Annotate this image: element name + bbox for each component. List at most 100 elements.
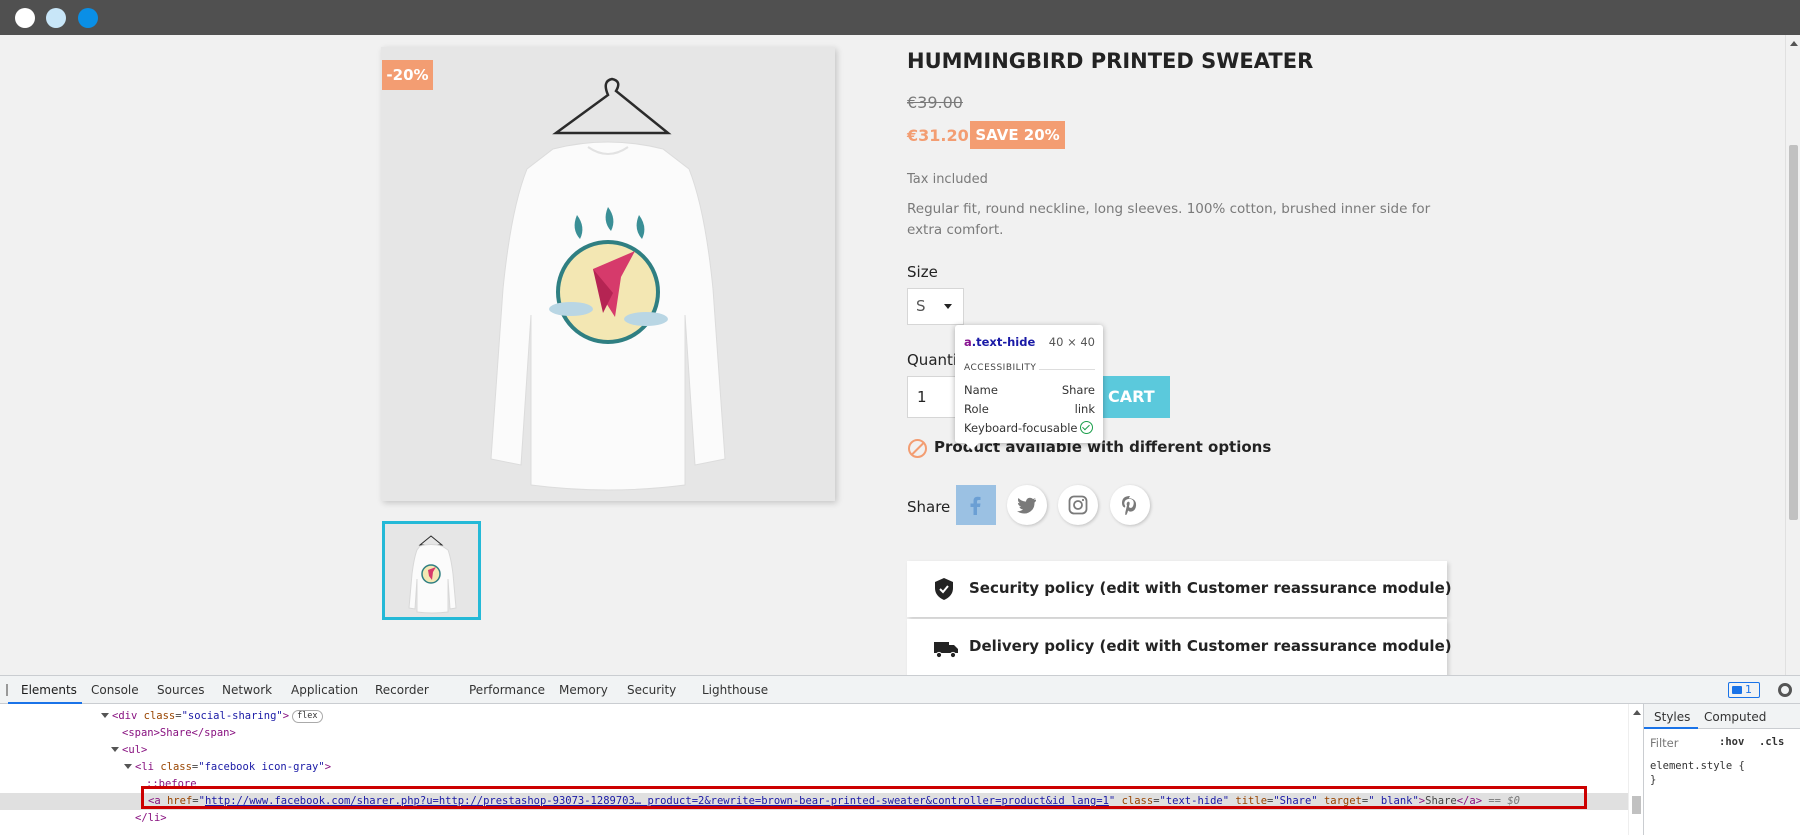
element-style-rule-open[interactable]: element.style { [1650,760,1745,772]
window-close-button[interactable] [15,8,35,28]
tab-recorder[interactable]: Recorder [375,683,429,697]
styles-filter-input[interactable]: Filter [1650,736,1678,750]
styles-tab-bar: Styles Computed [1644,704,1800,729]
save-badge: SAVE 20% [970,121,1065,149]
size-select[interactable]: S [907,288,964,325]
tooltip-selector: a.text-hide [964,335,1035,349]
facebook-share-button[interactable] [956,485,996,525]
product-thumbnail[interactable] [382,521,481,620]
check-circle-icon [1079,421,1093,434]
sweater-illustration [490,77,726,491]
size-select-value: S [916,297,926,315]
dom-line-li-close[interactable]: </li> [0,810,167,827]
tab-computed[interactable]: Computed [1704,710,1766,724]
scroll-up-arrow-icon[interactable] [1633,710,1641,715]
tooltip-divider [1039,369,1095,370]
inspect-tooltip: a.text-hide 40 × 40 ACCESSIBILITY Name S… [955,325,1103,450]
dom-attr-value: social-sharing [187,710,277,722]
dom-line-ul[interactable]: <ul> [0,742,147,759]
gear-icon[interactable] [1778,683,1792,697]
dom-attr: class [160,761,192,773]
tab-application[interactable]: Application [291,683,358,697]
tooltip-row-role: Role link [964,402,1095,416]
devtools-tab-bar: Elements Console Sources Network Applica… [0,676,1800,704]
dom-attr: class [143,710,176,722]
pinterest-icon [1122,496,1137,515]
size-label: Size [907,263,938,281]
tooltip-row-name: Name Share [964,383,1095,397]
tab-elements[interactable]: Elements [21,683,77,697]
dom-line-text: <span>Share</span> [122,727,236,739]
tab-styles[interactable]: Styles [1654,710,1690,724]
regular-price: €39.00 [907,93,963,112]
dom-line-div[interactable]: <div class="social-sharing"> flex [0,708,323,725]
dom-scrollbar-thumb[interactable] [1632,796,1641,814]
window-maximize-button[interactable] [78,8,98,28]
dom-line-text: <ul> [122,744,148,756]
tooltip-row-label: Name [964,383,998,397]
product-description: Regular fit, round neckline, long sleeve… [907,201,1431,238]
dom-attr-value: facebook icon-gray [204,761,319,773]
window-minimize-button[interactable] [46,8,66,28]
chevron-down-icon [944,304,952,309]
tab-lighthouse[interactable]: Lighthouse [702,683,768,697]
scroll-up-arrow-icon[interactable] [1790,41,1798,46]
tab-security[interactable]: Security [627,683,676,697]
tab-sources[interactable]: Sources [157,683,204,697]
page-viewport: -20% HUMMINGBIRD PRINTED SWEATER €39.00 … [0,35,1800,675]
instagram-share-button[interactable] [1058,485,1098,525]
hov-toggle[interactable]: :hov [1719,736,1744,748]
cls-toggle[interactable]: .cls [1759,736,1784,748]
dom-scrollbar[interactable] [1628,704,1643,835]
product-main-image[interactable] [381,47,835,501]
page-scrollbar-thumb[interactable] [1789,145,1798,520]
collapse-arrow-icon[interactable] [124,764,132,769]
window-titlebar [0,0,1800,35]
tax-note: Tax included [907,172,988,187]
thumbnail-image [408,535,457,614]
inspect-icon[interactable] [6,684,8,696]
element-style-rule-close: } [1650,774,1657,786]
tooltip-arrow [965,443,979,450]
tooltip-row-label: Role [964,402,989,416]
tooltip-row-value: link [1074,402,1095,416]
dom-tag: li [141,761,154,773]
reassurance-security-text: Security policy (edit with Customer reas… [969,579,1452,597]
dom-line-li[interactable]: <li class="facebook icon-gray"> [0,759,331,776]
dom-line-span[interactable]: <span>Share</span> [0,725,236,742]
tooltip-row-label: Keyboard-focusable [964,421,1078,435]
tooltip-row-value: Share [1061,383,1095,397]
truck-icon [934,642,958,659]
twitter-icon [1017,497,1036,514]
collapse-arrow-icon[interactable] [111,747,119,752]
dom-tree: <div class="social-sharing"> flex <span>S… [0,704,1643,835]
current-price: €31.20 [907,126,969,145]
collapse-arrow-icon[interactable] [101,713,109,718]
tab-memory[interactable]: Memory [559,683,608,697]
facebook-icon [970,496,981,515]
tab-performance[interactable]: Performance [469,683,545,697]
instagram-icon [1068,495,1088,515]
reassurance-delivery: Delivery policy (edit with Customer reas… [907,619,1452,675]
styles-panel: Styles Computed Filter :hov .cls element… [1643,704,1800,835]
tooltip-selector-tag: a [964,335,972,349]
quantity-input[interactable]: 1 [907,376,957,418]
tooltip-dimensions: 40 × 40 [1048,335,1095,349]
reassurance-security: Security policy (edit with Customer reas… [907,561,1452,617]
unavailable-icon [908,439,927,458]
tab-console[interactable]: Console [91,683,139,697]
shield-check-icon [935,578,953,600]
twitter-share-button[interactable] [1007,485,1047,525]
selected-node-highlight [141,786,1587,809]
flex-badge[interactable]: flex [292,710,323,723]
tab-network[interactable]: Network [222,683,272,697]
page-scrollbar[interactable] [1785,35,1800,675]
discount-badge: -20% [382,60,433,90]
issues-badge[interactable]: 1 [1728,682,1760,698]
pinterest-share-button[interactable] [1110,485,1150,525]
tooltip-section-title: ACCESSIBILITY [964,363,1037,373]
product-title: HUMMINGBIRD PRINTED SWEATER [907,49,1314,73]
devtools-panel: Elements Console Sources Network Applica… [0,675,1800,835]
dom-line-text: </li> [135,812,167,824]
active-styles-tab-indicator [1644,727,1698,729]
